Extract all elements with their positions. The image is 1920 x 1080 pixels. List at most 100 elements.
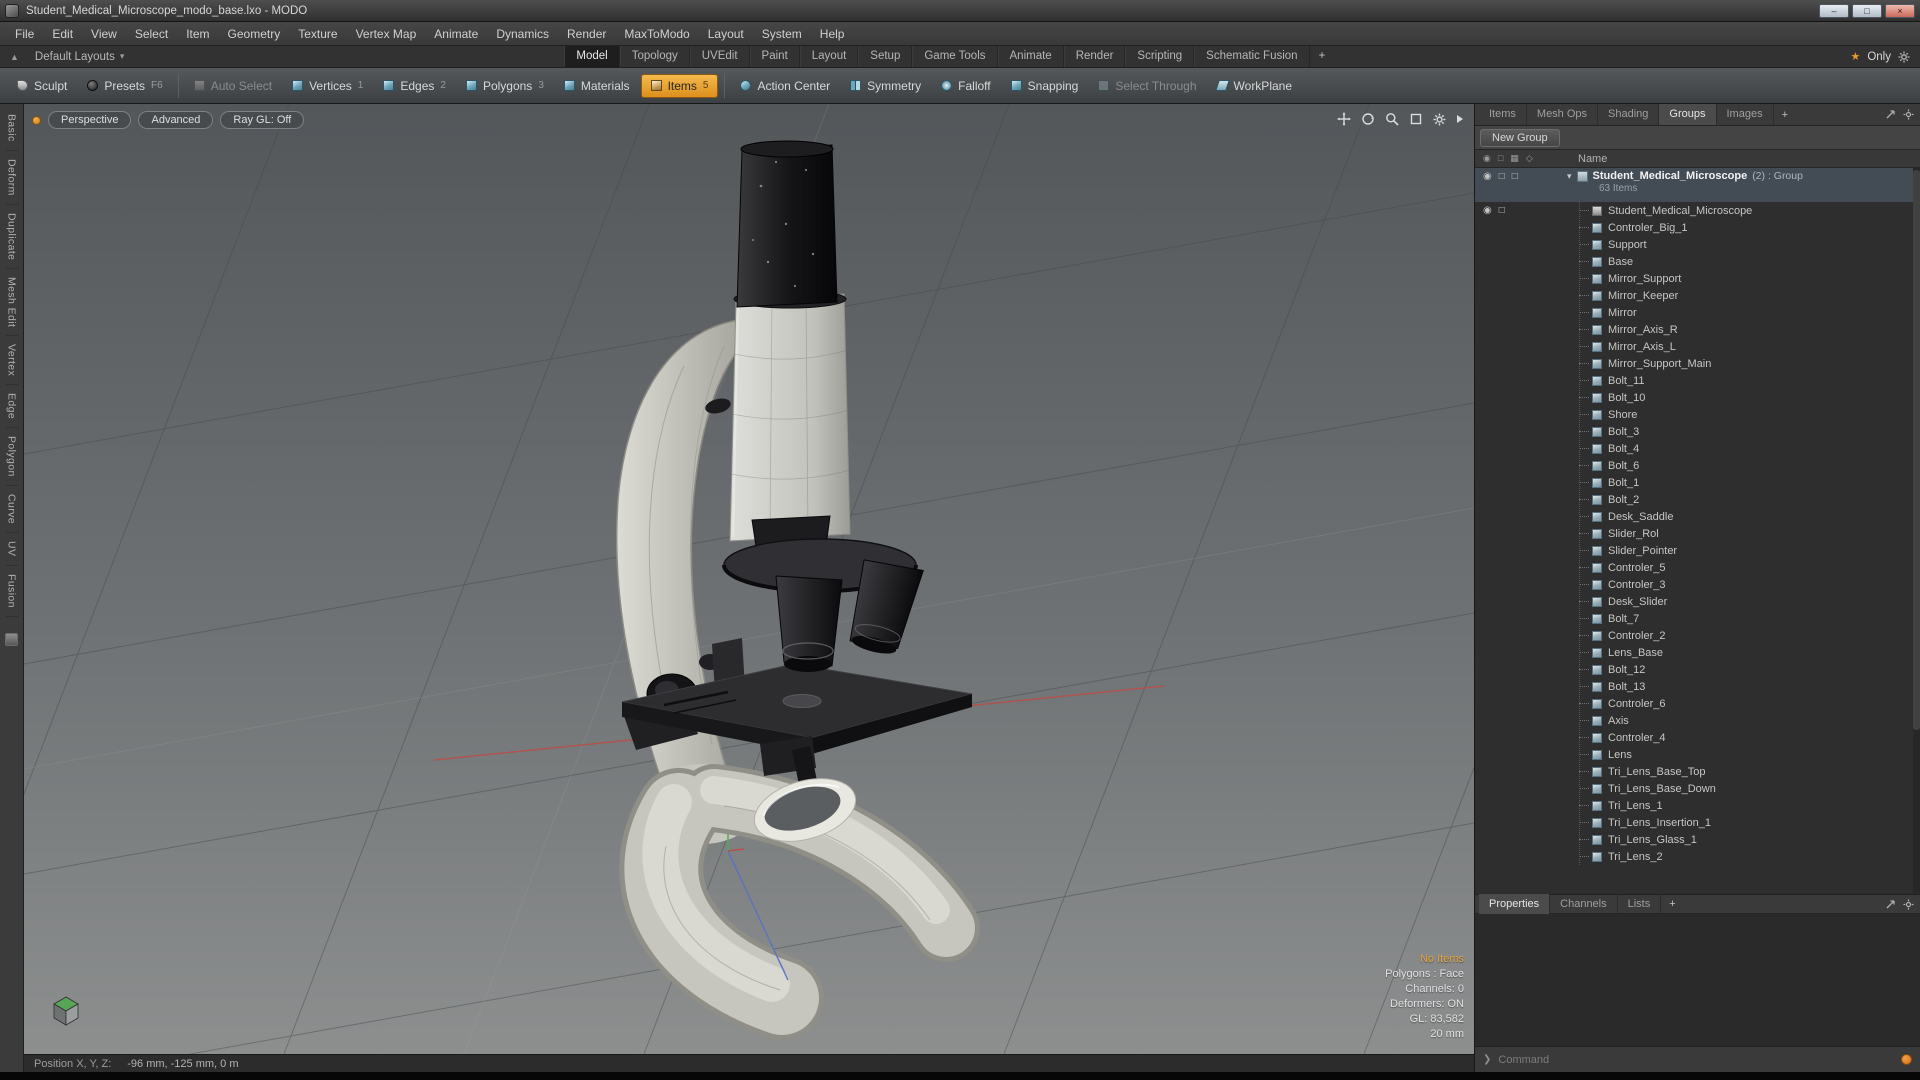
render-column-icon[interactable]: □ xyxy=(1498,153,1503,164)
tree-item[interactable]: Bolt_10 xyxy=(1475,389,1920,406)
zoom-icon[interactable] xyxy=(1385,112,1399,126)
panel-gear-icon[interactable] xyxy=(1903,898,1914,910)
tree-item[interactable]: Bolt_7 xyxy=(1475,610,1920,627)
layout-tab[interactable]: Setup xyxy=(858,46,913,67)
toolbar-button[interactable]: Sculpt xyxy=(8,74,76,98)
menu-item[interactable]: Texture xyxy=(289,22,346,46)
tree-item[interactable]: Controler_2 xyxy=(1475,627,1920,644)
tree-item[interactable]: Mirror xyxy=(1475,304,1920,321)
filter-column-icon[interactable]: ◇ xyxy=(1526,153,1533,164)
visibility-column-icon[interactable]: ◉ xyxy=(1483,153,1491,164)
toolbar-button[interactable]: Items 5 xyxy=(640,73,719,98)
properties-tab[interactable]: Channels xyxy=(1550,893,1618,915)
tree-item[interactable]: Mirror_Axis_L xyxy=(1475,338,1920,355)
layout-tab[interactable]: Game Tools xyxy=(912,46,998,67)
menu-item[interactable]: Dynamics xyxy=(487,22,558,46)
tree-item[interactable]: Lens_Base xyxy=(1475,644,1920,661)
palette-tab[interactable]: Deform xyxy=(5,151,18,205)
toolbar-button[interactable]: Presets F6 xyxy=(78,74,171,98)
command-history-button[interactable] xyxy=(1901,1054,1912,1065)
tree-item[interactable]: Mirror_Keeper xyxy=(1475,287,1920,304)
group-header-row[interactable]: ◉ □ □ ▾ Student_Medical_Microscope (2) :… xyxy=(1475,168,1920,202)
tree-item[interactable]: Controler_3 xyxy=(1475,576,1920,593)
tree-item[interactable]: Desk_Slider xyxy=(1475,593,1920,610)
tree-item[interactable]: Slider_Rol xyxy=(1475,525,1920,542)
menu-item[interactable]: MaxToModo xyxy=(615,22,698,46)
dock-icon[interactable]: ▲ xyxy=(0,52,25,62)
toolbar-button[interactable]: Polygons 3 xyxy=(457,74,553,98)
tree-item[interactable]: Bolt_4 xyxy=(1475,440,1920,457)
viewport-button[interactable]: Ray GL: Off xyxy=(220,111,305,129)
toolbar-button[interactable]: Falloff xyxy=(932,74,999,98)
maximize-button[interactable]: □ xyxy=(1852,3,1882,18)
tree-item[interactable]: Mirror_Support_Main xyxy=(1475,355,1920,372)
panel-tab[interactable]: Images xyxy=(1717,104,1774,125)
viewport-button[interactable]: Perspective xyxy=(48,111,132,129)
tree-item[interactable]: Bolt_13 xyxy=(1475,678,1920,695)
palette-tab[interactable]: Vertex xyxy=(5,336,18,386)
close-button[interactable]: × xyxy=(1885,3,1915,18)
viewport-menu-icon[interactable] xyxy=(32,115,41,125)
menu-item[interactable]: Render xyxy=(558,22,615,46)
render-toggle-icon[interactable]: □ xyxy=(1499,205,1505,216)
tree-item[interactable]: Bolt_3 xyxy=(1475,423,1920,440)
tree-item[interactable]: Mirror_Support xyxy=(1475,270,1920,287)
render-toggle-icon[interactable]: □ xyxy=(1499,171,1505,182)
viewport-scene[interactable] xyxy=(24,104,1474,1054)
toolbar-button[interactable]: Auto Select xyxy=(185,74,281,98)
lock-column-icon[interactable]: ▦ xyxy=(1510,153,1519,164)
tree-item[interactable]: Lens xyxy=(1475,746,1920,763)
expand-arrow-icon[interactable] xyxy=(1456,114,1464,124)
layout-tab[interactable]: Schematic Fusion xyxy=(1194,46,1310,67)
properties-tab[interactable]: Lists xyxy=(1618,893,1662,915)
layout-tab[interactable]: Topology xyxy=(619,46,690,67)
fit-view-icon[interactable] xyxy=(1409,112,1423,126)
toolbar-button[interactable]: Symmetry xyxy=(841,74,930,98)
palette-extra-icon[interactable] xyxy=(5,632,18,646)
lock-toggle-icon[interactable]: □ xyxy=(1512,171,1518,182)
viewport-button[interactable]: Advanced xyxy=(138,111,214,129)
tree-item[interactable]: Controler_4 xyxy=(1475,729,1920,746)
layout-tab[interactable]: Paint xyxy=(749,46,800,67)
menu-item[interactable]: System xyxy=(753,22,811,46)
tree-scrollbar[interactable] xyxy=(1913,168,1920,894)
only-toggle[interactable]: Only xyxy=(1867,51,1891,63)
tree-item[interactable]: Bolt_11 xyxy=(1475,372,1920,389)
tree-item[interactable]: Axis xyxy=(1475,712,1920,729)
minimize-button[interactable]: – xyxy=(1819,3,1849,18)
tree-item[interactable]: Tri_Lens_Insertion_1 xyxy=(1475,814,1920,831)
tree-item[interactable]: Bolt_2 xyxy=(1475,491,1920,508)
properties-tab[interactable]: Properties xyxy=(1479,893,1551,915)
orbit-icon[interactable] xyxy=(1361,112,1375,126)
tree-item[interactable]: Tri_Lens_Base_Down xyxy=(1475,780,1920,797)
tree-item[interactable]: Tri_Lens_Base_Top xyxy=(1475,763,1920,780)
tree-item[interactable]: Bolt_6 xyxy=(1475,457,1920,474)
add-properties-tab-button[interactable]: + xyxy=(1661,898,1683,910)
command-input[interactable] xyxy=(1498,1053,1894,1066)
tree-item[interactable]: Support xyxy=(1475,236,1920,253)
menu-item[interactable]: Geometry xyxy=(219,22,290,46)
layout-tab[interactable]: Scripting xyxy=(1125,46,1195,67)
tree-item[interactable]: Tri_Lens_1 xyxy=(1475,797,1920,814)
toolbar-button[interactable]: Select Through xyxy=(1089,74,1205,98)
palette-tab[interactable]: Mesh Edit xyxy=(5,269,18,337)
tree-scrollbar-thumb[interactable] xyxy=(1913,170,1920,730)
menu-item[interactable]: File xyxy=(6,22,43,46)
layout-tab[interactable]: Model xyxy=(564,46,620,67)
menu-item[interactable]: Select xyxy=(126,22,177,46)
add-panel-tab-button[interactable]: + xyxy=(1774,109,1796,121)
tree-item[interactable]: Controler_5 xyxy=(1475,559,1920,576)
palette-tab[interactable]: Edge xyxy=(5,385,18,429)
tree-item[interactable]: Shore xyxy=(1475,406,1920,423)
menu-item[interactable]: Item xyxy=(177,22,218,46)
tree-item[interactable]: Controler_Big_1 xyxy=(1475,219,1920,236)
toolbar-button[interactable]: WorkPlane xyxy=(1208,74,1301,98)
menu-item[interactable]: Edit xyxy=(43,22,82,46)
tree-item[interactable]: Mirror_Axis_R xyxy=(1475,321,1920,338)
toolbar-button[interactable]: Vertices 1 xyxy=(283,74,372,98)
tree-item[interactable]: Controler_6 xyxy=(1475,695,1920,712)
menu-item[interactable]: Animate xyxy=(425,22,487,46)
layout-tab[interactable]: Animate xyxy=(997,46,1064,67)
layout-tab[interactable]: Render xyxy=(1063,46,1126,67)
viewport-3d[interactable]: Perspective Advanced Ray GL: Off No Item… xyxy=(24,104,1474,1054)
